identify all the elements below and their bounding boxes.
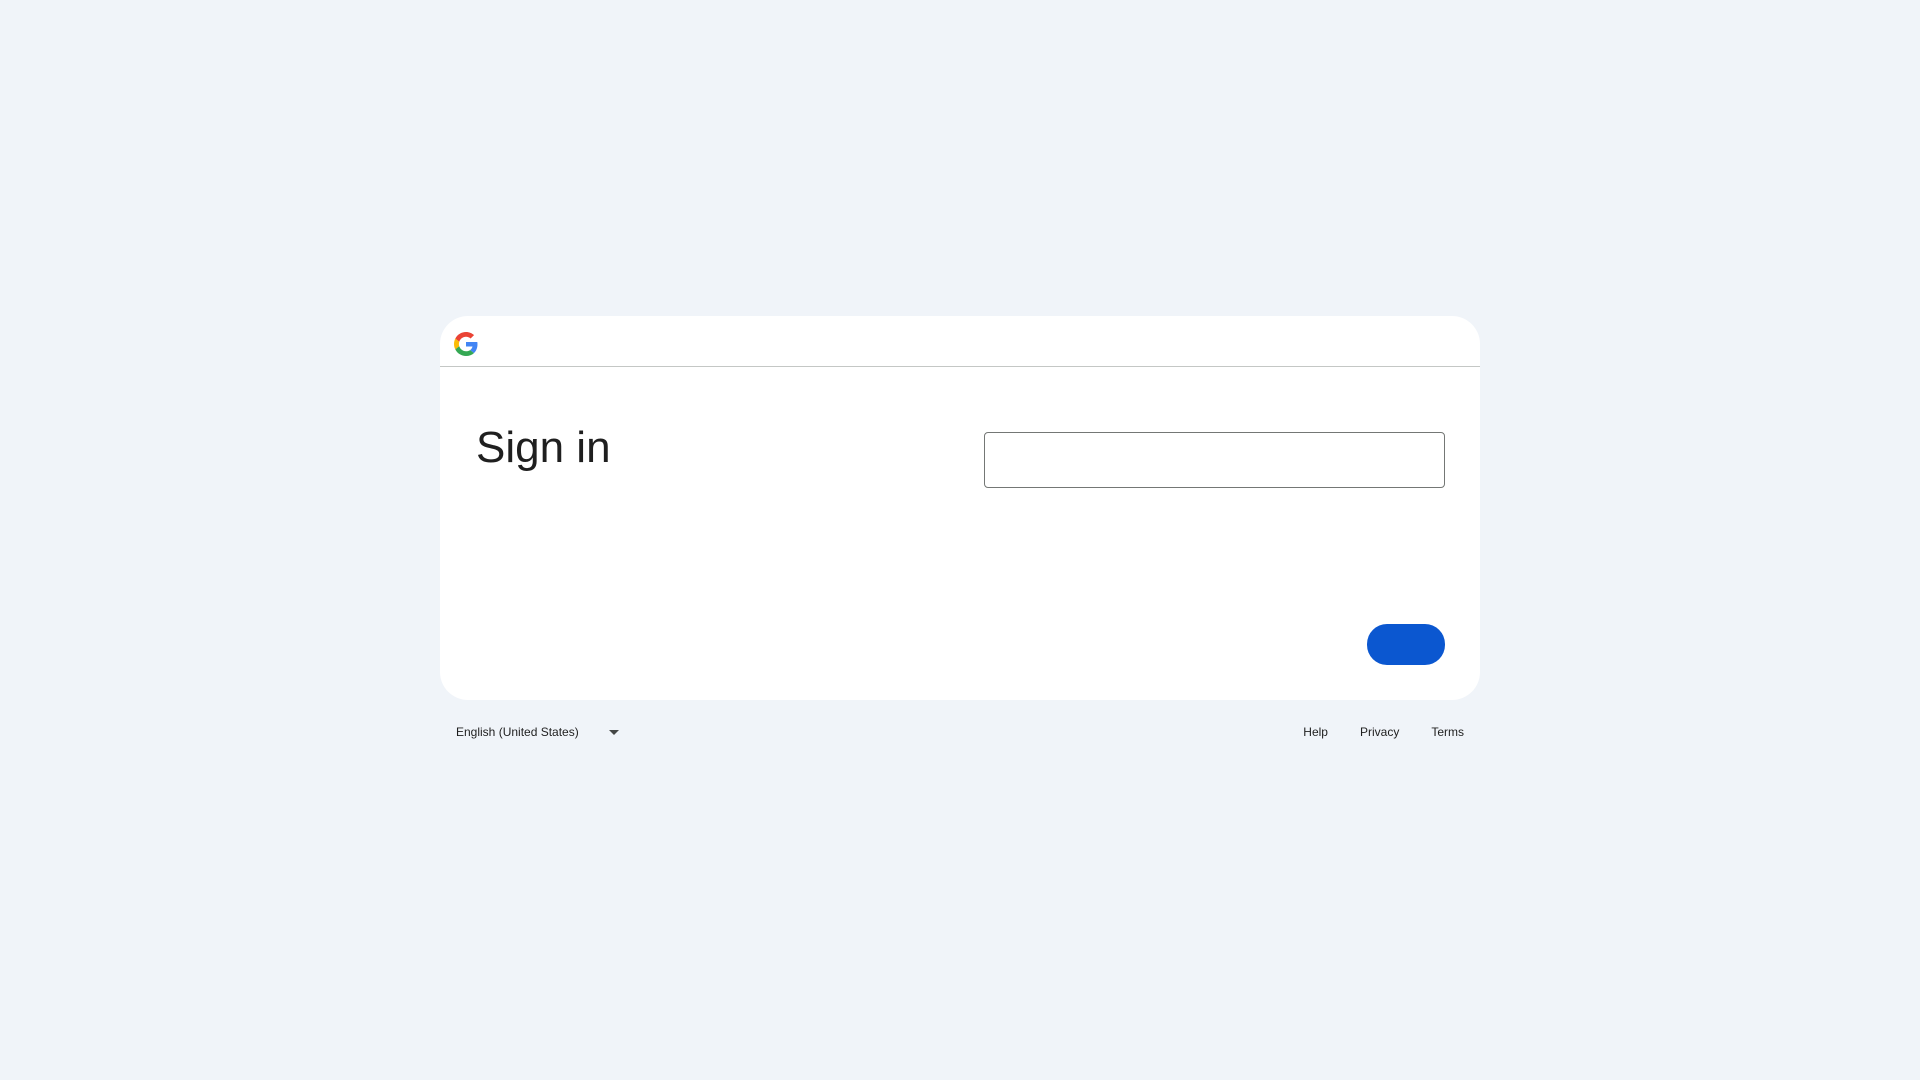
identifier-input[interactable] — [984, 432, 1445, 488]
card-header — [440, 316, 1480, 367]
caret-down-icon — [608, 729, 619, 735]
google-g-logo-icon — [454, 332, 478, 356]
page-title: Sign in — [476, 423, 611, 472]
next-button[interactable] — [1367, 624, 1445, 665]
language-select[interactable]: English (United States) — [456, 722, 619, 742]
footer-links: Help Privacy Terms — [1271, 722, 1464, 742]
language-label: English (United States) — [456, 725, 579, 739]
title-area: Sign in — [476, 420, 611, 476]
sign-in-page: Sign in English (United States) Help Pri… — [0, 0, 1920, 1080]
privacy-link[interactable]: Privacy — [1328, 722, 1399, 742]
terms-link[interactable]: Terms — [1399, 722, 1464, 742]
sign-in-card: Sign in — [440, 316, 1480, 700]
footer: English (United States) Help Privacy Ter… — [440, 714, 1480, 750]
help-link[interactable]: Help — [1271, 722, 1328, 742]
